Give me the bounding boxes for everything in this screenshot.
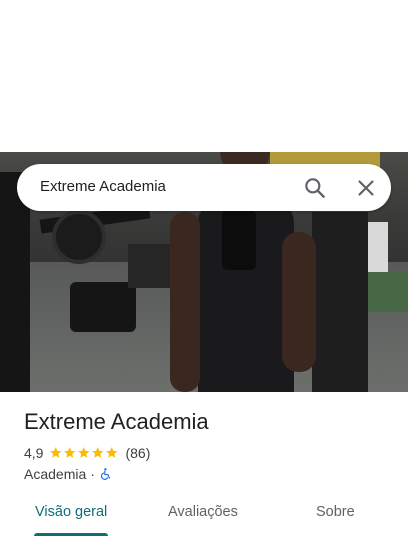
review-count[interactable]: (86) — [125, 445, 150, 461]
tab-about[interactable]: Sobre — [316, 504, 355, 520]
photo-machine-seat — [70, 282, 136, 332]
star-icon — [106, 447, 118, 459]
separator-dot: · — [90, 466, 95, 482]
tab-bar: Visão geral Avaliações Sobre — [0, 494, 408, 544]
star-icon — [78, 447, 90, 459]
category-row: Academia · — [24, 465, 113, 483]
search-input[interactable]: Extreme Academia — [40, 178, 166, 195]
photo-bench — [128, 244, 170, 288]
photo-phone — [222, 210, 256, 270]
tab-reviews[interactable]: Avaliações — [168, 504, 238, 520]
star-icon — [50, 447, 62, 459]
photo-arm-left — [170, 212, 200, 392]
tab-overview[interactable]: Visão geral — [35, 504, 107, 520]
rating-row[interactable]: 4,9 (86) — [24, 444, 150, 462]
photo-arm-right — [282, 232, 316, 372]
blank-area — [0, 0, 408, 152]
star-rating — [49, 446, 119, 460]
close-icon[interactable] — [353, 175, 379, 201]
photo-light — [368, 222, 388, 272]
star-icon — [92, 447, 104, 459]
photo-machine-right — [312, 212, 368, 392]
rating-value: 4,9 — [24, 445, 44, 461]
place-category: Academia — [24, 466, 87, 482]
wheelchair-icon — [100, 468, 111, 480]
search-bar[interactable]: Extreme Academia — [17, 164, 391, 211]
star-icon — [64, 447, 76, 459]
photo-weight-plate — [52, 210, 106, 264]
place-title: Extreme Academia — [24, 409, 209, 434]
tab-active-indicator — [34, 533, 108, 536]
search-icon[interactable] — [302, 175, 328, 201]
